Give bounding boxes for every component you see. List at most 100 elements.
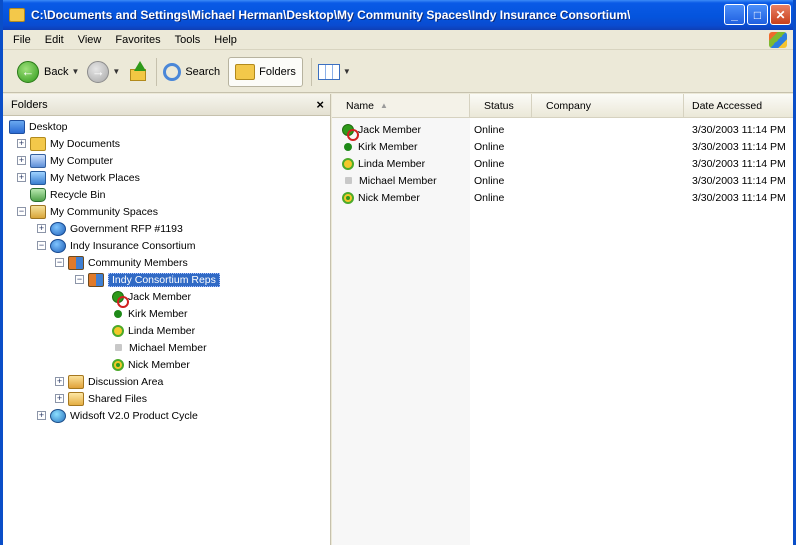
tree-label: Shared Files bbox=[88, 392, 147, 405]
menu-bar: File Edit View Favorites Tools Help bbox=[3, 30, 793, 50]
discussion-icon bbox=[68, 374, 84, 389]
tree-item-indy-insurance[interactable]: − Indy Insurance Consortium bbox=[37, 237, 195, 254]
menu-file[interactable]: File bbox=[13, 34, 31, 46]
windows-logo-icon bbox=[769, 32, 787, 48]
expand-icon[interactable]: + bbox=[37, 224, 46, 233]
folders-label: Folders bbox=[259, 65, 296, 78]
back-button[interactable]: ← Back ▼ bbox=[17, 60, 79, 83]
online-dot-icon bbox=[344, 142, 352, 151]
tree-label: Recycle Bin bbox=[50, 188, 106, 201]
expand-icon[interactable]: + bbox=[17, 156, 26, 165]
column-header-status[interactable]: Status bbox=[470, 94, 532, 117]
menu-tools[interactable]: Tools bbox=[175, 34, 201, 46]
search-icon bbox=[163, 62, 182, 81]
list-row[interactable]: Michael Member Online 3/30/2003 11:14 PM bbox=[332, 172, 793, 189]
menu-edit[interactable]: Edit bbox=[45, 34, 64, 46]
list-row[interactable]: Nick Member Online 3/30/2003 11:14 PM bbox=[332, 189, 793, 206]
maximize-button[interactable]: □ bbox=[747, 4, 768, 25]
folder-icon bbox=[9, 8, 25, 22]
row-name: Nick Member bbox=[358, 191, 420, 204]
tree-label: Community Members bbox=[88, 256, 188, 269]
tree-item-community-spaces[interactable]: − My Community Spaces bbox=[17, 203, 158, 220]
column-header-company[interactable]: Company bbox=[532, 94, 684, 117]
tree-item-member[interactable]: Jack Member bbox=[112, 288, 192, 308]
expand-icon[interactable]: + bbox=[37, 411, 46, 420]
expand-icon[interactable]: + bbox=[17, 173, 26, 182]
forward-arrow-icon: → bbox=[87, 60, 110, 83]
row-status: Online bbox=[474, 191, 505, 204]
tree-label-selected: Indy Consortium Reps bbox=[108, 272, 220, 287]
close-button[interactable]: ✕ bbox=[770, 4, 791, 25]
tree-item-government-rfp[interactable]: + Government RFP #1193 bbox=[37, 220, 183, 237]
up-folder-button[interactable] bbox=[128, 60, 148, 83]
details-list: Name ▲ Status Company Date Accessed Jack… bbox=[332, 94, 793, 545]
list-row[interactable]: Linda Member Online 3/30/2003 11:14 PM bbox=[332, 155, 793, 172]
menu-help[interactable]: Help bbox=[214, 34, 237, 46]
column-label: Company bbox=[546, 99, 591, 112]
collapse-icon[interactable]: − bbox=[17, 207, 26, 216]
views-button[interactable]: ▼ bbox=[317, 63, 351, 80]
expand-icon[interactable]: + bbox=[55, 377, 64, 386]
folders-button[interactable]: Folders bbox=[228, 56, 303, 87]
column-header-name[interactable]: Name ▲ bbox=[332, 94, 470, 117]
tree-item-member[interactable]: Kirk Member bbox=[112, 305, 188, 322]
tree-item-community-members[interactable]: − Community Members bbox=[55, 254, 188, 271]
row-date: 3/30/2003 11:14 PM bbox=[692, 174, 786, 187]
search-button[interactable]: Search bbox=[163, 62, 220, 81]
toolbar: ← Back ▼ → ▼ Search Folders ▼ bbox=[3, 51, 793, 93]
tree-item-network-places[interactable]: + My Network Places bbox=[17, 169, 140, 186]
chevron-down-icon[interactable]: ▼ bbox=[71, 67, 79, 76]
forward-button[interactable]: → ▼ bbox=[87, 60, 120, 83]
chevron-down-icon[interactable]: ▼ bbox=[112, 67, 120, 76]
tree-item-widsoft[interactable]: + Widsoft V2.0 Product Cycle bbox=[37, 407, 198, 424]
collapse-icon[interactable]: − bbox=[37, 241, 46, 250]
expand-icon[interactable]: + bbox=[55, 394, 64, 403]
row-status: Online bbox=[474, 174, 505, 187]
row-name: Jack Member bbox=[358, 123, 422, 136]
tree-item-shared-files[interactable]: + Shared Files bbox=[55, 390, 147, 407]
tree-item-recycle-bin[interactable]: Recycle Bin bbox=[30, 186, 105, 203]
menu-favorites[interactable]: Favorites bbox=[115, 34, 160, 46]
tree-item-member[interactable]: Michael Member bbox=[112, 339, 207, 356]
tree-label: Jack Member bbox=[128, 290, 192, 303]
title-bar[interactable]: C:\Documents and Settings\Michael Herman… bbox=[3, 0, 793, 30]
minimize-button[interactable]: _ bbox=[724, 4, 745, 25]
row-name: Kirk Member bbox=[358, 140, 418, 153]
list-row[interactable]: Jack Member Online 3/30/2003 11:14 PM bbox=[332, 121, 793, 141]
tree-label: Widsoft V2.0 Product Cycle bbox=[70, 409, 198, 422]
people-group-icon bbox=[68, 255, 84, 270]
tree-item-indy-consortium-reps[interactable]: − Indy Consortium Reps bbox=[75, 271, 220, 288]
tree-item-my-computer[interactable]: + My Computer bbox=[17, 152, 113, 169]
community-spaces-icon bbox=[30, 204, 46, 219]
tree-label: My Community Spaces bbox=[50, 205, 158, 218]
row-date: 3/30/2003 11:14 PM bbox=[692, 157, 786, 170]
collapse-icon[interactable]: − bbox=[75, 275, 84, 284]
folders-pane: Folders × Desktop + My Documents + My Co… bbox=[3, 94, 331, 545]
close-pane-button[interactable]: × bbox=[316, 97, 324, 112]
tree-label: Government RFP #1193 bbox=[70, 222, 183, 235]
tree-label: Linda Member bbox=[128, 324, 196, 337]
list-row[interactable]: Kirk Member Online 3/30/2003 11:14 PM bbox=[332, 138, 793, 155]
offline-square-icon bbox=[115, 344, 122, 351]
online-away-icon bbox=[112, 324, 124, 337]
shared-files-icon bbox=[68, 391, 84, 406]
row-status: Online bbox=[474, 123, 505, 136]
tree-item-member[interactable]: Linda Member bbox=[112, 322, 195, 339]
menu-view[interactable]: View bbox=[78, 34, 102, 46]
list-header: Name ▲ Status Company Date Accessed bbox=[332, 94, 793, 118]
tree-item-member[interactable]: Nick Member bbox=[112, 356, 190, 373]
tree-item-discussion-area[interactable]: + Discussion Area bbox=[55, 373, 163, 390]
column-header-date-accessed[interactable]: Date Accessed bbox=[684, 94, 793, 117]
tree-item-my-documents[interactable]: + My Documents bbox=[17, 135, 120, 152]
expand-icon[interactable]: + bbox=[17, 139, 26, 148]
back-arrow-icon: ← bbox=[17, 60, 39, 83]
community-globe-icon bbox=[50, 221, 66, 236]
column-label: Date Accessed bbox=[692, 99, 763, 112]
people-group-icon bbox=[88, 272, 104, 287]
tree-label: My Computer bbox=[50, 154, 114, 167]
online-busy-icon bbox=[342, 123, 359, 141]
folders-icon bbox=[235, 63, 256, 80]
community-globe-icon bbox=[50, 408, 66, 423]
tree-item-desktop[interactable]: Desktop bbox=[9, 118, 68, 135]
collapse-icon[interactable]: − bbox=[55, 258, 64, 267]
